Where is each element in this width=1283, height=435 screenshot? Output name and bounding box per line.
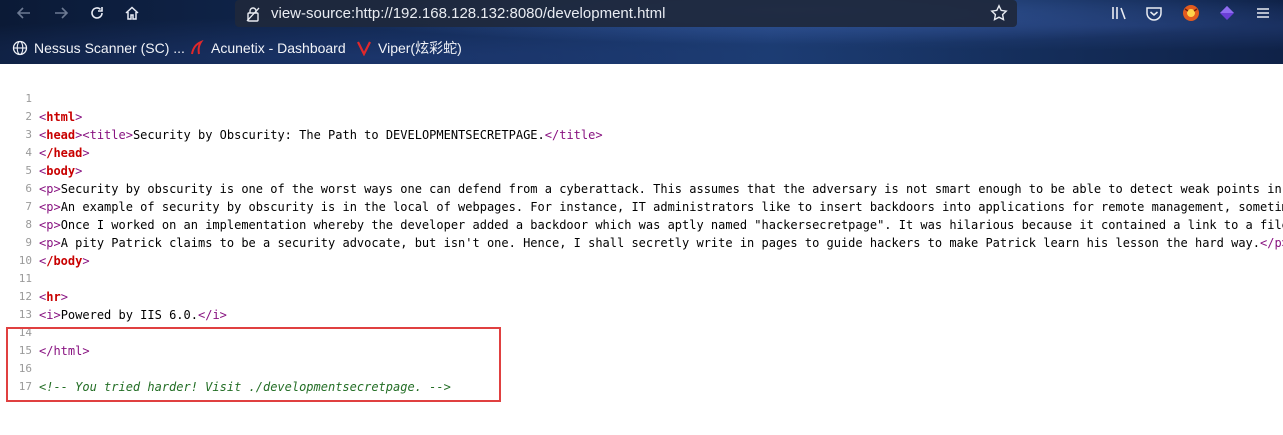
home-icon [125, 6, 139, 20]
url-text[interactable]: view-source:http://192.168.128.132:8080/… [271, 5, 665, 22]
purple-extension-icon[interactable] [1216, 3, 1238, 23]
globe-icon [12, 40, 28, 56]
arrow-left-icon [16, 7, 30, 19]
bookmark-label: Acunetix - Dashboard [211, 40, 346, 56]
source-line: 13 [0, 288, 1283, 321]
source-line: 5 <p>Security by obscurity is one of the… [0, 144, 1283, 196]
forward-button[interactable] [47, 0, 75, 26]
lock-icon [245, 6, 261, 22]
arrow-right-icon [55, 7, 69, 19]
source-line: 6 <p>An example of security by obscurity… [0, 162, 1283, 214]
highlight-annotation-box [6, 327, 501, 402]
fox-extension-icon[interactable] [1180, 3, 1202, 23]
pocket-icon[interactable] [1143, 3, 1165, 23]
home-button[interactable] [118, 0, 146, 26]
source-line: 12 <i>Powered by IIS 6.0.</i> [0, 270, 1283, 322]
source-line: 10 [0, 234, 1283, 267]
source-line: 3 </head> [0, 108, 1283, 160]
library-icon[interactable] [1108, 3, 1130, 23]
source-line: 7 <p>Once I worked on an implementation … [0, 180, 1283, 232]
bookmark-label: Viper(炫彩蛇) [378, 40, 462, 56]
browser-chrome: view-source:http://192.168.128.132:8080/… [0, 0, 1283, 64]
source-line: 4 <body> [0, 126, 1283, 178]
back-button[interactable] [10, 0, 38, 26]
menu-icon[interactable] [1252, 3, 1274, 23]
bookmarks-toolbar: Nessus Scanner (SC) ... Acunetix - Dashb… [0, 36, 1283, 60]
viper-icon [356, 40, 372, 56]
bookmark-nessus[interactable]: Nessus Scanner (SC) ... [12, 36, 185, 60]
reload-button[interactable] [83, 0, 111, 26]
source-line: 9 </body> [0, 216, 1283, 268]
source-line: 1 <html> [0, 72, 1283, 124]
source-line: 2 <head><title>Security by Obscurity: Th… [0, 90, 1283, 142]
address-bar[interactable]: view-source:http://192.168.128.132:8080/… [235, 0, 1017, 27]
source-line: 14 </html> [0, 306, 1283, 358]
bookmark-viper[interactable]: Viper(炫彩蛇) [356, 36, 462, 60]
bookmark-label: Nessus Scanner (SC) ... [34, 40, 185, 56]
source-line: 8 <p>A pity Patrick claims to be a secur… [0, 198, 1283, 250]
reload-icon [91, 7, 103, 19]
source-line: 11 <hr> [0, 252, 1283, 304]
bookmark-acunetix[interactable]: Acunetix - Dashboard [189, 36, 346, 60]
star-icon[interactable] [989, 3, 1009, 23]
view-source-content: 1 <html> 2 <head><title>Security by Obsc… [0, 64, 1283, 435]
acunetix-icon [189, 40, 205, 56]
navigation-toolbar: view-source:http://192.168.128.132:8080/… [0, 0, 1283, 28]
